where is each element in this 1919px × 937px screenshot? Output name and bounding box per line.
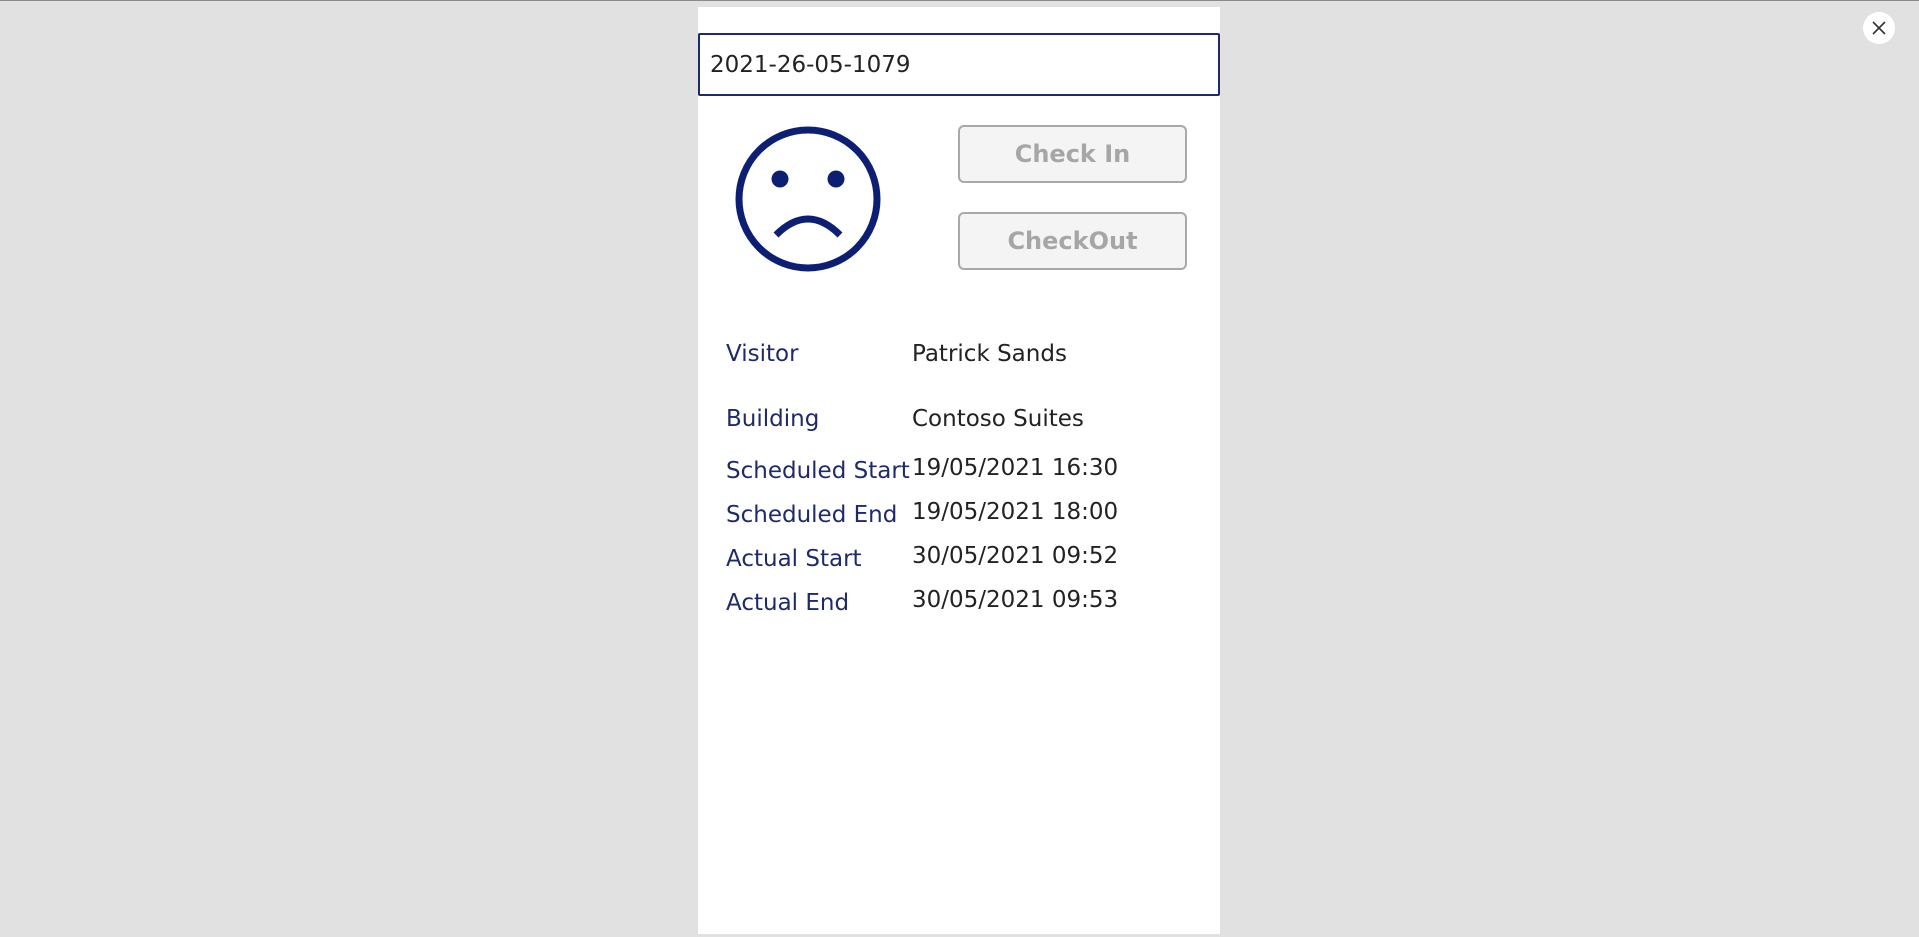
close-icon bbox=[1872, 21, 1886, 35]
actual-start-value: 30/05/2021 09:52 bbox=[912, 543, 1119, 569]
check-out-button[interactable]: CheckOut bbox=[958, 212, 1187, 270]
building-value: Contoso Suites bbox=[912, 406, 1084, 432]
visit-id-input[interactable] bbox=[698, 33, 1220, 96]
scheduled-end-label: Scheduled End bbox=[726, 502, 898, 528]
check-in-button[interactable]: Check In bbox=[958, 125, 1187, 183]
visitor-value: Patrick Sands bbox=[912, 341, 1067, 367]
top-divider bbox=[0, 0, 1919, 1]
scheduled-start-label: Scheduled Start bbox=[726, 458, 910, 484]
close-button[interactable] bbox=[1863, 12, 1895, 44]
visit-details-panel: Check In CheckOut Visitor Patrick Sands … bbox=[698, 7, 1220, 934]
building-label: Building bbox=[726, 406, 820, 432]
sad-face-icon bbox=[735, 126, 881, 272]
scheduled-start-value: 19/05/2021 16:30 bbox=[912, 455, 1119, 481]
actual-end-label: Actual End bbox=[726, 590, 850, 616]
scheduled-end-value: 19/05/2021 18:00 bbox=[912, 499, 1119, 525]
visitor-label: Visitor bbox=[726, 341, 799, 367]
actual-start-label: Actual Start bbox=[726, 546, 862, 572]
actual-end-value: 30/05/2021 09:53 bbox=[912, 587, 1119, 613]
